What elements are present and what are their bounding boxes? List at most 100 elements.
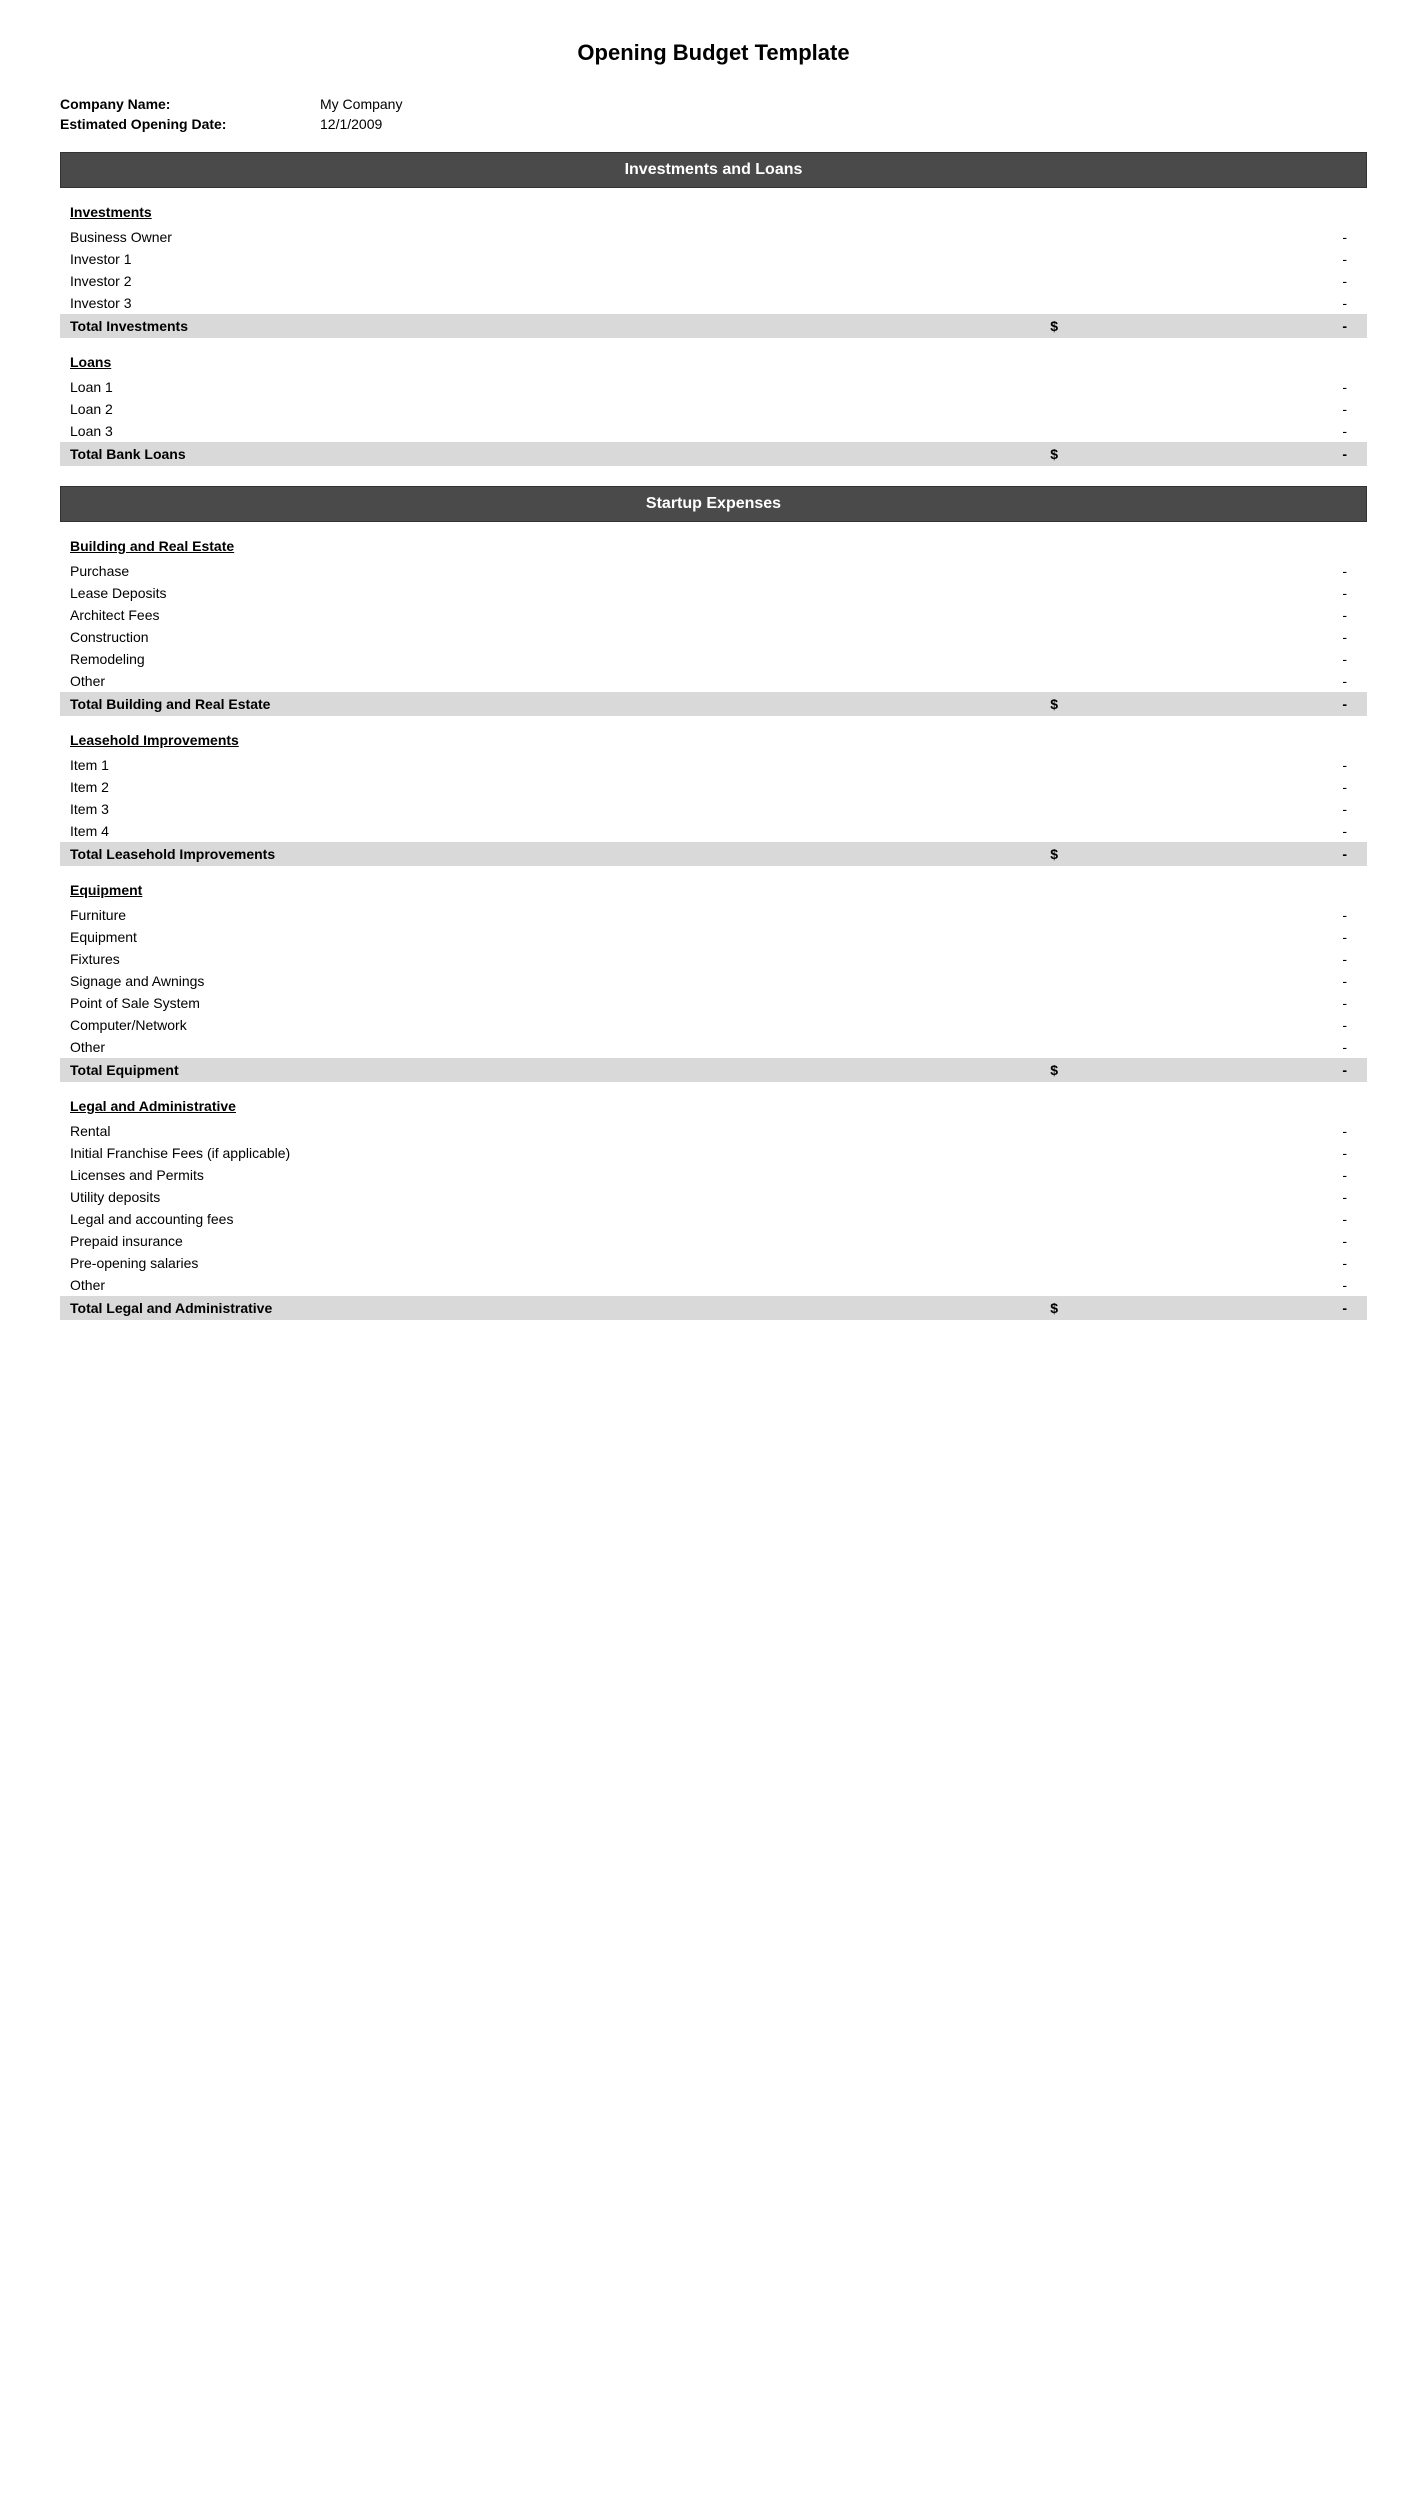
table-row: Construction - xyxy=(60,626,1367,648)
total-investments-value: - xyxy=(1145,314,1367,338)
total-loans-label: Total Bank Loans xyxy=(60,442,1040,466)
total-loans-value: - xyxy=(1145,442,1367,466)
item-value: - xyxy=(1145,1036,1367,1058)
item-label: Other xyxy=(60,1274,1040,1296)
item-label: Item 4 xyxy=(60,820,1040,842)
building-subtitle: Building and Real Estate xyxy=(60,538,1367,554)
company-name-value: My Company xyxy=(320,96,402,112)
table-row: Investor 1 - xyxy=(60,248,1367,270)
company-name-row: Company Name: My Company xyxy=(60,96,1367,112)
item-value: - xyxy=(1145,1142,1367,1164)
table-row: Rental - xyxy=(60,1120,1367,1142)
table-row: Furniture - xyxy=(60,904,1367,926)
investments-loans-header: Investments and Loans xyxy=(60,152,1367,188)
equipment-subtitle: Equipment xyxy=(60,882,1367,898)
item-value: - xyxy=(1145,248,1367,270)
item-value: - xyxy=(1145,560,1367,582)
table-row: Loan 1 - xyxy=(60,376,1367,398)
item-label: Investor 1 xyxy=(60,248,1040,270)
investments-table: Business Owner - Investor 1 - Investor 2… xyxy=(60,226,1367,338)
table-row: Utility deposits - xyxy=(60,1186,1367,1208)
loans-table: Loan 1 - Loan 2 - Loan 3 - Total Bank Lo… xyxy=(60,376,1367,466)
total-equipment-row: Total Equipment $ - xyxy=(60,1058,1367,1082)
item-dollar xyxy=(1040,948,1145,970)
item-value: - xyxy=(1145,270,1367,292)
table-row: Item 4 - xyxy=(60,820,1367,842)
total-building-label: Total Building and Real Estate xyxy=(60,692,1040,716)
item-dollar xyxy=(1040,626,1145,648)
startup-expenses-section: Startup Expenses Building and Real Estat… xyxy=(60,486,1367,1320)
item-value: - xyxy=(1145,1274,1367,1296)
item-dollar xyxy=(1040,1036,1145,1058)
item-label: Legal and accounting fees xyxy=(60,1208,1040,1230)
item-dollar xyxy=(1040,376,1145,398)
item-label: Signage and Awnings xyxy=(60,970,1040,992)
table-row: Loan 2 - xyxy=(60,398,1367,420)
item-value: - xyxy=(1145,398,1367,420)
company-info: Company Name: My Company Estimated Openi… xyxy=(60,96,1367,132)
company-date-value: 12/1/2009 xyxy=(320,116,382,132)
company-date-row: Estimated Opening Date: 12/1/2009 xyxy=(60,116,1367,132)
item-value: - xyxy=(1145,1164,1367,1186)
total-leasehold-dollar: $ xyxy=(1040,842,1145,866)
investments-subtitle: Investments xyxy=(60,204,1367,220)
leasehold-subtitle: Leasehold Improvements xyxy=(60,732,1367,748)
item-dollar xyxy=(1040,1014,1145,1036)
table-row: Remodeling - xyxy=(60,648,1367,670)
item-label: Lease Deposits xyxy=(60,582,1040,604)
item-value: - xyxy=(1145,292,1367,314)
item-dollar xyxy=(1040,926,1145,948)
item-dollar xyxy=(1040,754,1145,776)
item-label: Licenses and Permits xyxy=(60,1164,1040,1186)
item-label: Construction xyxy=(60,626,1040,648)
loans-subtitle: Loans xyxy=(60,354,1367,370)
total-leasehold-row: Total Leasehold Improvements $ - xyxy=(60,842,1367,866)
item-label: Initial Franchise Fees (if applicable) xyxy=(60,1142,1040,1164)
item-value: - xyxy=(1145,1014,1367,1036)
total-legal-value: - xyxy=(1145,1296,1367,1320)
item-value: - xyxy=(1145,670,1367,692)
table-row: Computer/Network - xyxy=(60,1014,1367,1036)
item-dollar xyxy=(1040,604,1145,626)
item-label: Investor 3 xyxy=(60,292,1040,314)
page-title: Opening Budget Template xyxy=(60,40,1367,66)
item-label: Rental xyxy=(60,1120,1040,1142)
total-equipment-label: Total Equipment xyxy=(60,1058,1040,1082)
item-dollar xyxy=(1040,1120,1145,1142)
table-row: Prepaid insurance - xyxy=(60,1230,1367,1252)
table-row: Business Owner - xyxy=(60,226,1367,248)
item-dollar xyxy=(1040,992,1145,1014)
item-value: - xyxy=(1145,226,1367,248)
item-value: - xyxy=(1145,754,1367,776)
total-leasehold-value: - xyxy=(1145,842,1367,866)
item-label: Item 1 xyxy=(60,754,1040,776)
item-value: - xyxy=(1145,1186,1367,1208)
total-equipment-dollar: $ xyxy=(1040,1058,1145,1082)
item-value: - xyxy=(1145,776,1367,798)
total-investments-row: Total Investments $ - xyxy=(60,314,1367,338)
item-label: Other xyxy=(60,670,1040,692)
total-legal-dollar: $ xyxy=(1040,1296,1145,1320)
startup-expenses-header: Startup Expenses xyxy=(60,486,1367,522)
legal-table: Rental - Initial Franchise Fees (if appl… xyxy=(60,1120,1367,1320)
item-dollar xyxy=(1040,776,1145,798)
item-value: - xyxy=(1145,604,1367,626)
table-row: Other - xyxy=(60,1036,1367,1058)
table-row: Purchase - xyxy=(60,560,1367,582)
item-value: - xyxy=(1145,648,1367,670)
table-row: Licenses and Permits - xyxy=(60,1164,1367,1186)
total-leasehold-label: Total Leasehold Improvements xyxy=(60,842,1040,866)
item-label: Fixtures xyxy=(60,948,1040,970)
total-legal-row: Total Legal and Administrative $ - xyxy=(60,1296,1367,1320)
item-label: Remodeling xyxy=(60,648,1040,670)
item-dollar xyxy=(1040,420,1145,442)
item-label: Pre-opening salaries xyxy=(60,1252,1040,1274)
item-label: Furniture xyxy=(60,904,1040,926)
investments-loans-section: Investments and Loans Investments Busine… xyxy=(60,152,1367,466)
item-value: - xyxy=(1145,798,1367,820)
item-value: - xyxy=(1145,926,1367,948)
total-legal-label: Total Legal and Administrative xyxy=(60,1296,1040,1320)
item-label: Item 2 xyxy=(60,776,1040,798)
legal-subtitle: Legal and Administrative xyxy=(60,1098,1367,1114)
table-row: Pre-opening salaries - xyxy=(60,1252,1367,1274)
